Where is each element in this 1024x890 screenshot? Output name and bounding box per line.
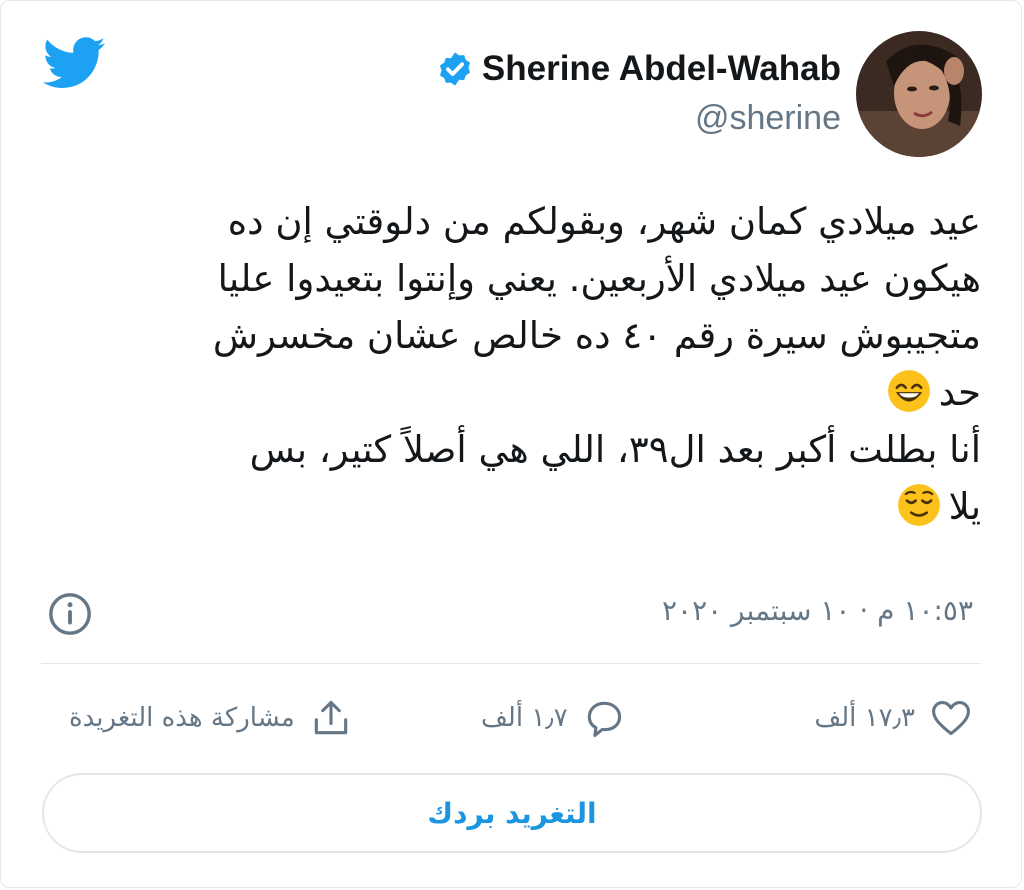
author-name-row[interactable]: Sherine Abdel-Wahab bbox=[436, 47, 841, 91]
reply-button[interactable]: التغريد بردك bbox=[42, 773, 982, 853]
grinning-face-icon bbox=[887, 370, 930, 412]
tweet-line: حد bbox=[938, 371, 981, 414]
tweet-line: متجيبوش سيرة رقم ٤٠ ده خالص عشان مخسرش bbox=[212, 314, 981, 357]
avatar[interactable] bbox=[856, 31, 982, 157]
reply-action-button[interactable]: ١٫٧ ألف bbox=[481, 693, 626, 743]
like-button[interactable]: ١٧٫٣ ألف bbox=[814, 693, 973, 743]
share-upload-icon bbox=[314, 700, 348, 735]
tweet-card: Sherine Abdel-Wahab @sherine عيد ميلادي … bbox=[0, 0, 1022, 888]
like-count: ١٧٫٣ ألف bbox=[814, 703, 915, 733]
heart-icon bbox=[932, 701, 970, 736]
relieved-face-icon bbox=[897, 484, 940, 526]
share-button[interactable]: مشاركة هذه التغريدة bbox=[69, 693, 353, 743]
tweet-line-with-emoji: يلا bbox=[41, 478, 981, 535]
tweet-line: عيد ميلادي كمان شهر، وبقولكم من دلوقتي إ… bbox=[227, 200, 981, 243]
author-name[interactable]: Sherine Abdel-Wahab bbox=[482, 49, 841, 89]
tweet-timestamp[interactable]: ١٠:٥٣ م · ١٠ سبتمبر ٢٠٢٠ bbox=[662, 591, 973, 631]
divider bbox=[41, 663, 981, 664]
speech-bubble-icon bbox=[587, 701, 621, 737]
info-icon[interactable] bbox=[47, 591, 93, 637]
tweet-line-with-emoji: حد bbox=[41, 364, 981, 421]
verified-badge-icon bbox=[439, 52, 470, 86]
author-handle[interactable]: @sherine bbox=[695, 99, 841, 138]
share-label: مشاركة هذه التغريدة bbox=[69, 703, 295, 733]
tweet-line: يلا bbox=[948, 485, 981, 528]
tweet-text: عيد ميلادي كمان شهر، وبقولكم من دلوقتي إ… bbox=[41, 193, 981, 535]
reply-count: ١٫٧ ألف bbox=[481, 703, 568, 733]
twitter-bird-icon[interactable] bbox=[43, 37, 107, 89]
tweet-line: أنا بطلت أكبر بعد ال٣٩، اللي هي أصلاً كت… bbox=[249, 428, 981, 471]
tweet-line: هيكون عيد ميلادي الأربعين. يعني وإنتوا ب… bbox=[217, 257, 981, 300]
